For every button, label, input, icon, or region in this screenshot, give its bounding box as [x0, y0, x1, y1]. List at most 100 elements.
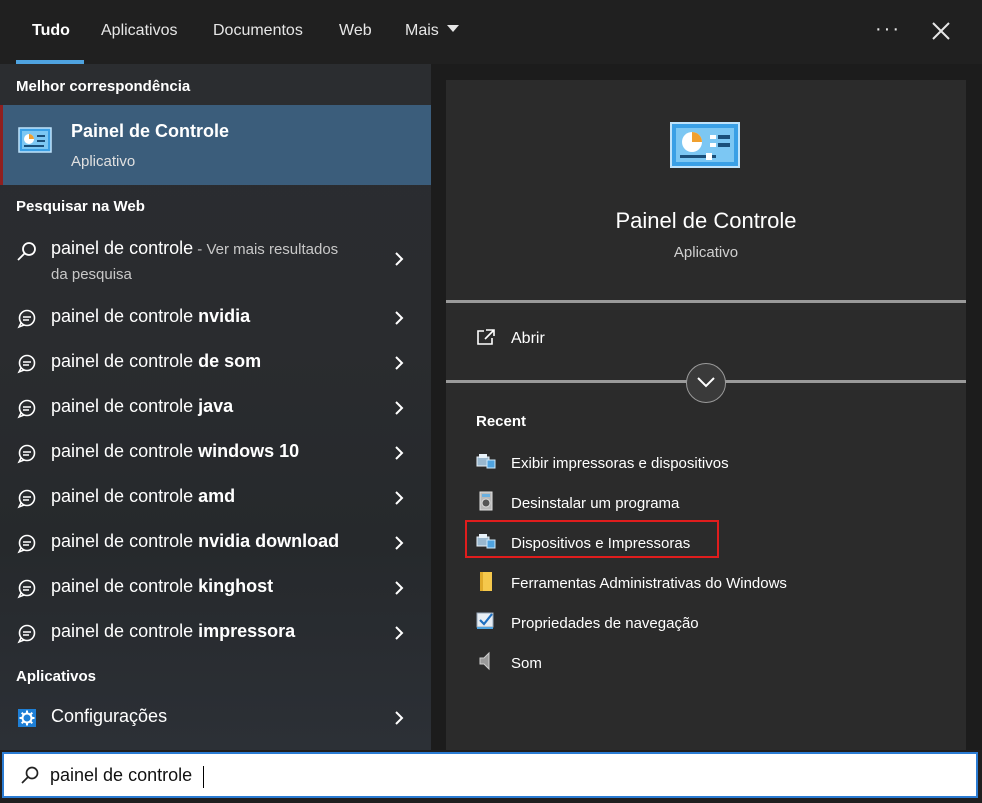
- recent-item-label: Desinstalar um programa: [511, 495, 680, 512]
- tab-documents[interactable]: Documentos: [213, 22, 303, 40]
- preview-title: Painel de Controle: [615, 208, 797, 233]
- suggestion-item[interactable]: painel de controle amd: [0, 475, 431, 520]
- recent-item-label: Ferramentas Administrativas do Windows: [511, 575, 787, 592]
- chevron-down-icon: [697, 377, 715, 388]
- preview-card: Painel de Controle Aplicativo Abrir Rece…: [446, 80, 966, 750]
- open-external-icon: [477, 329, 495, 345]
- web-result-hint: - Ver mais resultados: [193, 241, 339, 258]
- suggestion-item[interactable]: painel de controle nvidia download: [0, 520, 431, 565]
- tab-more-label: Mais: [405, 22, 439, 39]
- suggestion-label: painel de controle nvidia download: [51, 531, 339, 552]
- chevron-right-icon: [395, 626, 404, 640]
- chevron-right-icon: [395, 581, 404, 595]
- chevron-right-icon: [395, 311, 404, 325]
- control-panel-icon: [670, 122, 740, 168]
- chevron-right-icon: [395, 252, 404, 266]
- search-suggestion-icon: [17, 309, 36, 329]
- best-match-item[interactable]: Painel de Controle Aplicativo: [0, 105, 431, 185]
- web-result-item[interactable]: painel de controle - Ver mais resultados…: [0, 230, 431, 288]
- suggestion-label: painel de controle nvidia: [51, 306, 250, 327]
- recent-item[interactable]: Propriedades de navegação: [476, 605, 936, 641]
- recent-item[interactable]: Exibir impressoras e dispositivos: [476, 445, 936, 481]
- text-cursor: [203, 766, 204, 788]
- search-icon: [17, 242, 36, 261]
- recent-item-label: Exibir impressoras e dispositivos: [511, 455, 729, 472]
- suggestion-keyword: de som: [198, 351, 262, 371]
- suggestion-label: painel de controle java: [51, 396, 233, 417]
- tab-web[interactable]: Web: [339, 22, 372, 40]
- selection-accent: [0, 105, 3, 185]
- suggestion-label: painel de controle impressora: [51, 621, 295, 642]
- folder-icon: [480, 572, 492, 591]
- recent-item[interactable]: Desinstalar um programa: [476, 485, 936, 521]
- web-search-header: Pesquisar na Web: [16, 198, 145, 215]
- suggestion-label: painel de controle de som: [51, 351, 261, 372]
- suggestion-prefix: painel de controle: [51, 396, 199, 416]
- expand-button[interactable]: [686, 363, 726, 403]
- suggestion-prefix: painel de controle: [51, 486, 199, 506]
- search-icon: [21, 766, 39, 784]
- recent-item-label: Som: [511, 655, 542, 672]
- control-panel-icon: [18, 127, 52, 153]
- suggestion-keyword: kinghost: [198, 576, 274, 596]
- suggestion-prefix: painel de controle: [51, 441, 199, 461]
- suggestion-item[interactable]: painel de controle java: [0, 385, 431, 430]
- web-result-hint-line2: da pesquisa: [51, 266, 132, 283]
- search-box: [2, 752, 978, 798]
- search-suggestion-icon: [17, 534, 36, 554]
- web-result-query: painel de controle: [51, 238, 194, 258]
- speaker-icon: [479, 651, 490, 671]
- app-item-settings[interactable]: Configurações: [0, 695, 431, 740]
- suggestion-prefix: painel de controle: [51, 531, 199, 551]
- suggestion-item[interactable]: painel de controle impressora: [0, 610, 431, 655]
- suggestion-keyword: nvidia download: [198, 531, 340, 551]
- chevron-right-icon: [395, 446, 404, 460]
- chevron-right-icon: [395, 536, 404, 550]
- chevron-right-icon: [395, 711, 404, 725]
- devices-printers-icon: [476, 454, 496, 469]
- apps-header: Aplicativos: [16, 668, 97, 685]
- uninstall-program-icon: [479, 491, 493, 511]
- web-result-text: painel de controle - Ver mais resultados: [51, 238, 338, 259]
- chevron-right-icon: [395, 401, 404, 415]
- search-suggestion-icon: [17, 489, 36, 509]
- suggestion-prefix: painel de controle: [51, 576, 199, 596]
- gear-icon: [18, 709, 36, 727]
- suggestion-item[interactable]: painel de controle nvidia: [0, 295, 431, 340]
- suggestion-item[interactable]: painel de controle de som: [0, 340, 431, 385]
- chevron-right-icon: [395, 356, 404, 370]
- close-button[interactable]: [928, 18, 954, 44]
- recent-item-label: Propriedades de navegação: [511, 615, 699, 632]
- chevron-right-icon: [395, 491, 404, 505]
- suggestion-keyword: java: [198, 396, 234, 416]
- search-bar: [0, 750, 982, 803]
- suggestion-keyword: windows 10: [198, 441, 300, 461]
- recent-item[interactable]: Som: [476, 645, 936, 681]
- suggestion-item[interactable]: painel de controle kinghost: [0, 565, 431, 610]
- divider: [446, 300, 966, 303]
- tab-apps[interactable]: Aplicativos: [101, 22, 177, 40]
- search-suggestion-icon: [17, 399, 36, 419]
- results-list: Melhor correspondência Painel de Control…: [0, 64, 431, 750]
- tab-more[interactable]: Mais: [405, 22, 459, 40]
- suggestion-item[interactable]: painel de controle windows 10: [0, 430, 431, 475]
- open-action[interactable]: Abrir: [446, 316, 966, 360]
- suggestion-keyword: impressora: [198, 621, 296, 641]
- recent-header: Recent: [476, 413, 527, 430]
- preview-subtitle: Aplicativo: [673, 244, 739, 261]
- app-label: Configurações: [51, 706, 168, 726]
- search-suggestion-icon: [17, 624, 36, 644]
- open-action-label: Abrir: [511, 330, 545, 347]
- search-input[interactable]: [50, 760, 950, 790]
- search-suggestion-icon: [17, 354, 36, 374]
- suggestion-prefix: painel de controle: [51, 351, 199, 371]
- more-options-button[interactable]: ···: [874, 18, 902, 44]
- suggestion-label: painel de controle amd: [51, 486, 235, 507]
- preview-pane: Painel de Controle Aplicativo Abrir Rece…: [431, 64, 982, 750]
- tab-all[interactable]: Tudo: [32, 22, 70, 40]
- best-match-subtitle: Aplicativo: [71, 153, 136, 170]
- close-icon: [932, 22, 950, 40]
- highlight-box: [465, 520, 719, 558]
- suggestion-keyword: amd: [198, 486, 236, 506]
- recent-item[interactable]: Ferramentas Administrativas do Windows: [476, 565, 936, 601]
